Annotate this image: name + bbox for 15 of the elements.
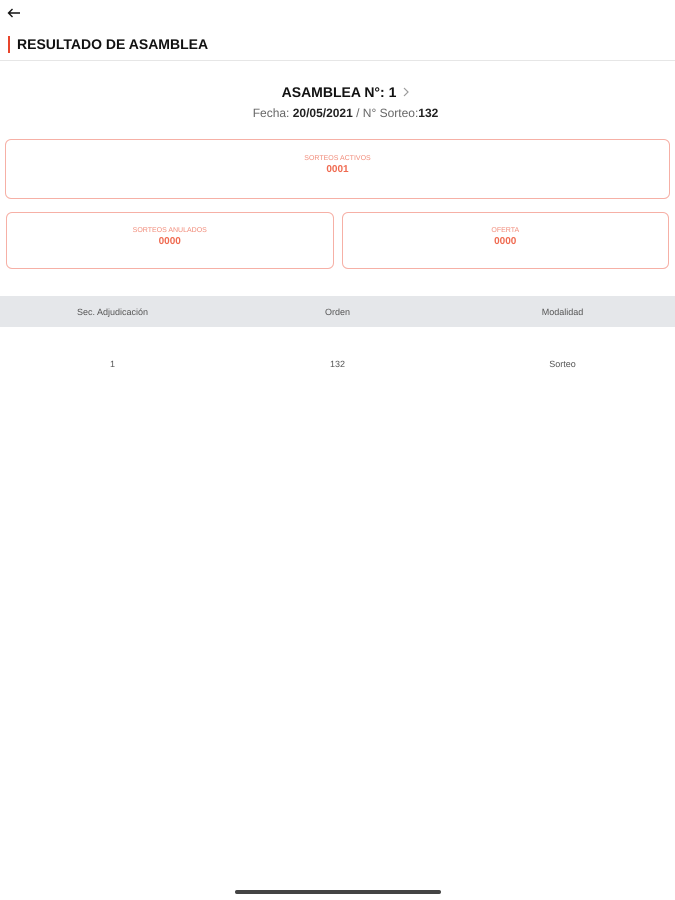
- stat-value: 0001: [326, 164, 349, 175]
- column-header: Orden: [324, 306, 351, 316]
- table-cell-text: 1: [108, 359, 116, 369]
- table-cell-text: Sorteo: [548, 359, 577, 369]
- back-arrow-icon[interactable]: [7, 8, 21, 18]
- stat-value: 0000: [158, 236, 181, 246]
- assembly-title: ASAMBLEA N°: 1: [282, 84, 396, 100]
- stat-value: 0000: [494, 236, 516, 246]
- page-title: RESULTADO DE ASAMBLEA: [17, 36, 208, 52]
- accent-bar: [8, 36, 10, 52]
- column-header: Modalidad: [540, 306, 584, 316]
- column-header: Sec. Adjudicación: [76, 306, 150, 316]
- table-cell-text: 132: [328, 359, 346, 369]
- chevron-right-icon[interactable]: [403, 87, 410, 97]
- assembly-subtitle: Fecha: 20/05/2021 / N° Sorteo:132: [252, 106, 438, 120]
